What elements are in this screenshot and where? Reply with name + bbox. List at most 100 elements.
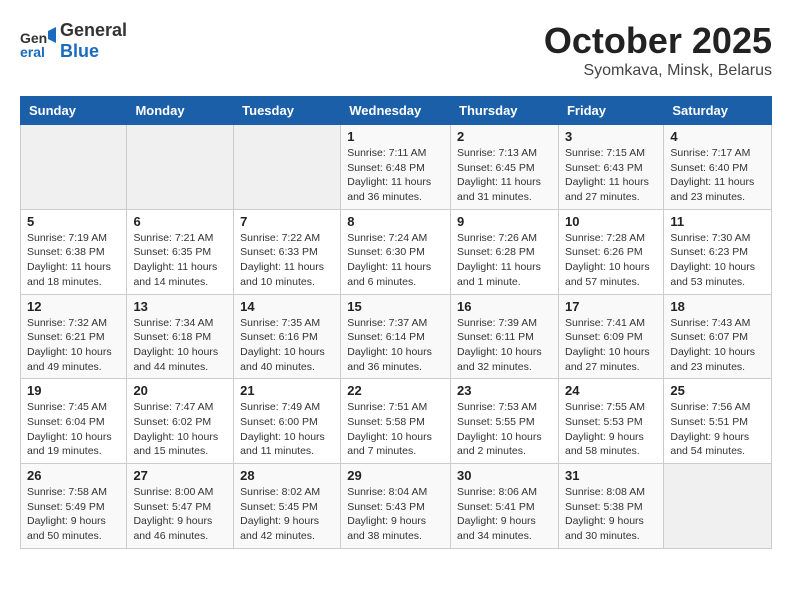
month-title: October 2025 [544,20,772,62]
day-info: Sunrise: 7:32 AM Sunset: 6:21 PM Dayligh… [27,316,120,375]
day-info: Sunrise: 7:17 AM Sunset: 6:40 PM Dayligh… [670,146,765,205]
day-number: 10 [565,214,657,229]
day-number: 21 [240,383,334,398]
calendar-cell [21,125,127,210]
day-number: 11 [670,214,765,229]
calendar-cell: 4 Sunrise: 7:17 AM Sunset: 6:40 PM Daylig… [664,125,772,210]
calendar-cell: 31Sunrise: 8:08 AM Sunset: 5:38 PM Dayli… [558,464,663,549]
day-number: 20 [133,383,227,398]
calendar-cell: 28 Sunrise: 8:02 AM Sunset: 5:45 PM Dayli… [234,464,341,549]
day-info: Sunrise: 8:00 AM Sunset: 5:47 PM Dayligh… [133,485,227,544]
weekday-header-thursday: Thursday [451,97,559,125]
day-info: Sunrise: 8:02 AM Sunset: 5:45 PM Dayligh… [240,485,334,544]
logo-blue-text: Blue [60,41,127,62]
day-info: Sunrise: 7:34 AM Sunset: 6:18 PM Dayligh… [133,316,227,375]
day-number: 5 [27,214,120,229]
calendar-cell: 23Sunrise: 7:53 AM Sunset: 5:55 PM Dayli… [451,379,559,464]
calendar-cell: 11 Sunrise: 7:30 AM Sunset: 6:23 PM Dayli… [664,209,772,294]
day-info: Sunrise: 7:28 AM Sunset: 6:26 PM Dayligh… [565,231,657,290]
calendar-cell: 17 Sunrise: 7:41 AM Sunset: 6:09 PM Dayli… [558,294,663,379]
calendar-cell: 2Sunrise: 7:13 AM Sunset: 6:45 PM Daylig… [451,125,559,210]
weekday-header-tuesday: Tuesday [234,97,341,125]
calendar-cell: 10 Sunrise: 7:28 AM Sunset: 6:26 PM Dayli… [558,209,663,294]
day-info: Sunrise: 7:51 AM Sunset: 5:58 PM Dayligh… [347,400,444,459]
day-info: Sunrise: 7:11 AM Sunset: 6:48 PM Dayligh… [347,146,444,205]
calendar-cell: 6 Sunrise: 7:21 AM Sunset: 6:35 PM Daylig… [127,209,234,294]
calendar-table: SundayMondayTuesdayWednesdayThursdayFrid… [20,96,772,549]
calendar-cell: 30 Sunrise: 8:06 AM Sunset: 5:41 PM Dayli… [451,464,559,549]
day-info: Sunrise: 7:53 AM Sunset: 5:55 PM Dayligh… [457,400,552,459]
weekday-header-wednesday: Wednesday [341,97,451,125]
calendar-cell: 1Sunrise: 7:11 AM Sunset: 6:48 PM Daylig… [341,125,451,210]
day-number: 15 [347,299,444,314]
calendar-week-2: 5 Sunrise: 7:19 AM Sunset: 6:38 PM Daylig… [21,209,772,294]
calendar-week-4: 19Sunrise: 7:45 AM Sunset: 6:04 PM Dayli… [21,379,772,464]
calendar-cell: 27 Sunrise: 8:00 AM Sunset: 5:47 PM Dayli… [127,464,234,549]
calendar-week-1: 1Sunrise: 7:11 AM Sunset: 6:48 PM Daylig… [21,125,772,210]
day-number: 6 [133,214,227,229]
day-info: Sunrise: 7:24 AM Sunset: 6:30 PM Dayligh… [347,231,444,290]
calendar-cell: 18Sunrise: 7:43 AM Sunset: 6:07 PM Dayli… [664,294,772,379]
day-info: Sunrise: 7:41 AM Sunset: 6:09 PM Dayligh… [565,316,657,375]
day-number: 17 [565,299,657,314]
day-info: Sunrise: 7:39 AM Sunset: 6:11 PM Dayligh… [457,316,552,375]
calendar-cell: 26 Sunrise: 7:58 AM Sunset: 5:49 PM Dayli… [21,464,127,549]
calendar-cell [664,464,772,549]
day-number: 27 [133,468,227,483]
day-number: 25 [670,383,765,398]
calendar-cell: 29 Sunrise: 8:04 AM Sunset: 5:43 PM Dayli… [341,464,451,549]
day-info: Sunrise: 7:21 AM Sunset: 6:35 PM Dayligh… [133,231,227,290]
svg-text:eral: eral [20,44,45,59]
day-number: 29 [347,468,444,483]
day-number: 13 [133,299,227,314]
calendar-week-5: 26 Sunrise: 7:58 AM Sunset: 5:49 PM Dayli… [21,464,772,549]
day-info: Sunrise: 7:26 AM Sunset: 6:28 PM Dayligh… [457,231,552,290]
calendar-cell: 13 Sunrise: 7:34 AM Sunset: 6:18 PM Dayli… [127,294,234,379]
day-info: Sunrise: 7:47 AM Sunset: 6:02 PM Dayligh… [133,400,227,459]
page-header: Gen eral General Blue October 2025 Syomk… [20,20,772,80]
weekday-header-saturday: Saturday [664,97,772,125]
day-info: Sunrise: 7:30 AM Sunset: 6:23 PM Dayligh… [670,231,765,290]
calendar-cell: 16 Sunrise: 7:39 AM Sunset: 6:11 PM Dayli… [451,294,559,379]
day-info: Sunrise: 7:13 AM Sunset: 6:45 PM Dayligh… [457,146,552,205]
day-info: Sunrise: 7:45 AM Sunset: 6:04 PM Dayligh… [27,400,120,459]
day-number: 4 [670,129,765,144]
weekday-header-friday: Friday [558,97,663,125]
day-info: Sunrise: 8:04 AM Sunset: 5:43 PM Dayligh… [347,485,444,544]
calendar-cell: 12Sunrise: 7:32 AM Sunset: 6:21 PM Dayli… [21,294,127,379]
calendar-cell: 14Sunrise: 7:35 AM Sunset: 6:16 PM Dayli… [234,294,341,379]
day-number: 3 [565,129,657,144]
day-info: Sunrise: 7:58 AM Sunset: 5:49 PM Dayligh… [27,485,120,544]
calendar-week-3: 12Sunrise: 7:32 AM Sunset: 6:21 PM Dayli… [21,294,772,379]
title-block: October 2025 Syomkava, Minsk, Belarus [544,20,772,80]
calendar-cell: 3Sunrise: 7:15 AM Sunset: 6:43 PM Daylig… [558,125,663,210]
day-info: Sunrise: 7:19 AM Sunset: 6:38 PM Dayligh… [27,231,120,290]
day-number: 14 [240,299,334,314]
day-number: 16 [457,299,552,314]
calendar-cell: 25Sunrise: 7:56 AM Sunset: 5:51 PM Dayli… [664,379,772,464]
logo-general-text: General [60,20,127,41]
weekday-header-monday: Monday [127,97,234,125]
logo-icon: Gen eral [20,23,56,59]
calendar-cell: 20 Sunrise: 7:47 AM Sunset: 6:02 PM Dayli… [127,379,234,464]
calendar-cell: 15Sunrise: 7:37 AM Sunset: 6:14 PM Dayli… [341,294,451,379]
calendar-cell: 9Sunrise: 7:26 AM Sunset: 6:28 PM Daylig… [451,209,559,294]
calendar-cell: 24Sunrise: 7:55 AM Sunset: 5:53 PM Dayli… [558,379,663,464]
day-number: 30 [457,468,552,483]
calendar-cell: 19Sunrise: 7:45 AM Sunset: 6:04 PM Dayli… [21,379,127,464]
day-number: 28 [240,468,334,483]
calendar-cell: 8Sunrise: 7:24 AM Sunset: 6:30 PM Daylig… [341,209,451,294]
day-number: 22 [347,383,444,398]
day-info: Sunrise: 7:43 AM Sunset: 6:07 PM Dayligh… [670,316,765,375]
day-info: Sunrise: 7:55 AM Sunset: 5:53 PM Dayligh… [565,400,657,459]
day-info: Sunrise: 7:22 AM Sunset: 6:33 PM Dayligh… [240,231,334,290]
logo: Gen eral General Blue [20,20,127,62]
calendar-cell: 7 Sunrise: 7:22 AM Sunset: 6:33 PM Daylig… [234,209,341,294]
day-info: Sunrise: 7:49 AM Sunset: 6:00 PM Dayligh… [240,400,334,459]
day-number: 26 [27,468,120,483]
calendar-cell: 21 Sunrise: 7:49 AM Sunset: 6:00 PM Dayli… [234,379,341,464]
day-number: 7 [240,214,334,229]
location: Syomkava, Minsk, Belarus [544,62,772,80]
day-info: Sunrise: 8:06 AM Sunset: 5:41 PM Dayligh… [457,485,552,544]
calendar-cell [127,125,234,210]
